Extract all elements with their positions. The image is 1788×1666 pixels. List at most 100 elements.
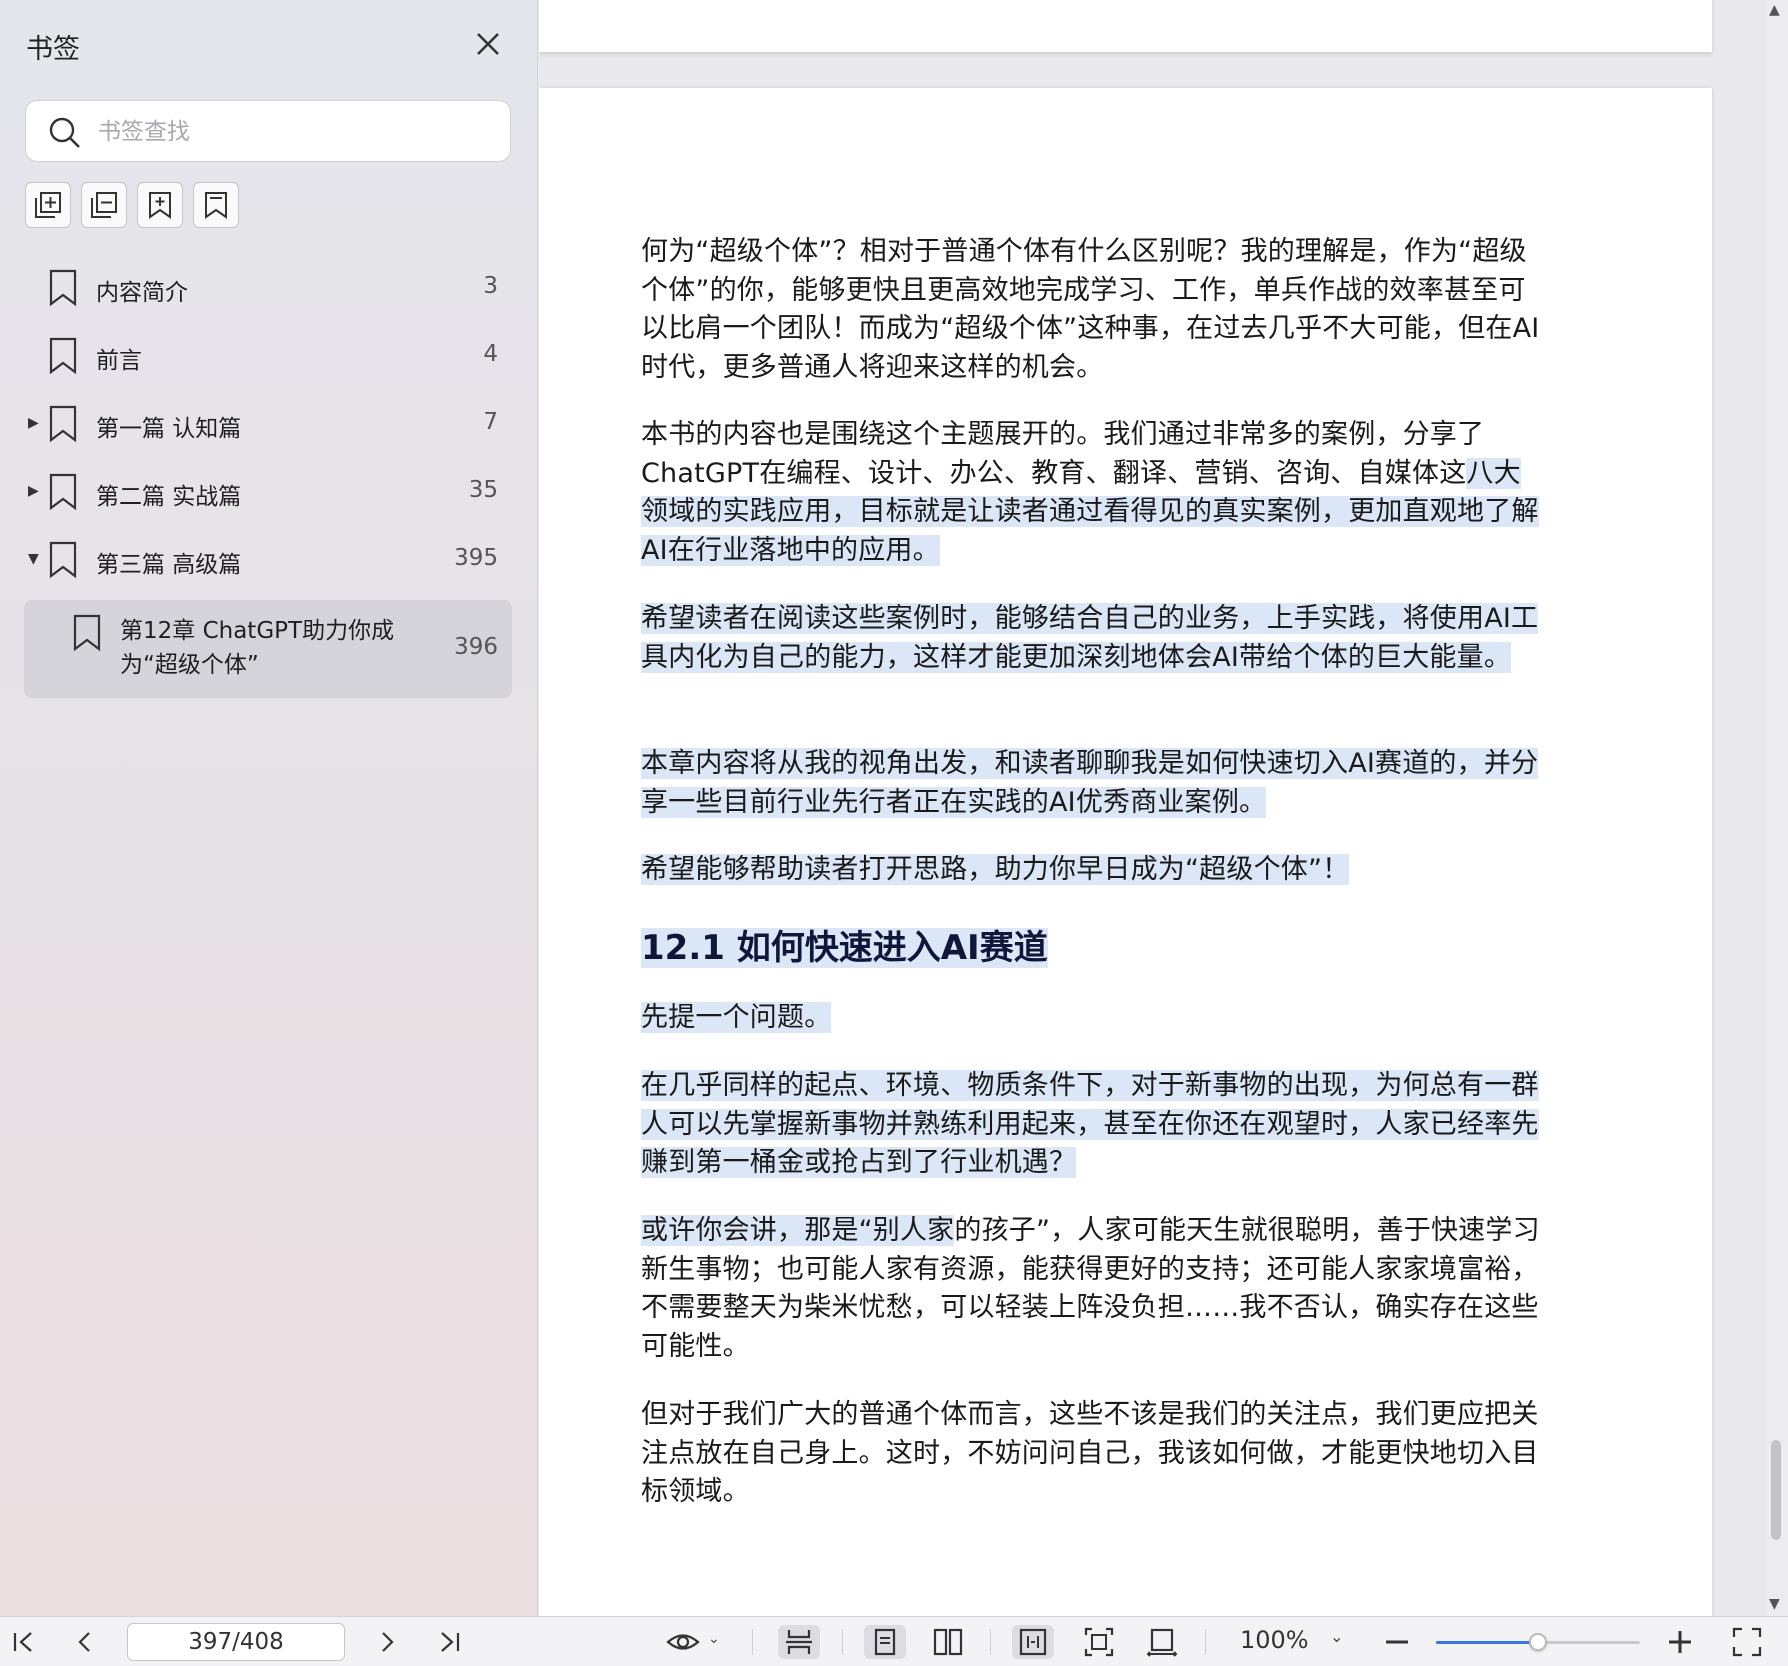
single-page-icon	[874, 1628, 896, 1656]
bookmark-item[interactable]: ▶ 第二篇 实战篇 35	[24, 463, 512, 525]
expand-arrow-icon[interactable]: ▶	[28, 483, 44, 499]
bookmark-page: 35	[468, 477, 498, 503]
plus-icon	[1669, 1631, 1691, 1653]
fit-width-icon	[1084, 1627, 1114, 1657]
vertical-scrollbar[interactable]: ▲ ▼	[1765, 0, 1788, 1616]
bookmark-page: 3	[483, 273, 498, 299]
bookmark-item-selected[interactable]: 第12章 ChatGPT助力你成为“超级个体” 396	[24, 600, 512, 698]
bookmark-item[interactable]: ▶ 第一篇 认知篇 7	[24, 395, 512, 457]
zoom-level[interactable]: 100%	[1240, 1626, 1309, 1654]
bookmark-panel: 书签 书签查找 内容简介 3 前言 4 ▶ 第一篇 认知篇 7 ▶ 第二篇 实战…	[0, 0, 538, 1616]
page-number-input[interactable]	[127, 1623, 345, 1661]
scroll-thumb[interactable]	[1771, 1440, 1781, 1540]
previous-page-button[interactable]	[68, 1625, 102, 1659]
continuous-scroll-button[interactable]	[778, 1625, 820, 1659]
fit-width-button[interactable]	[1082, 1625, 1116, 1659]
first-page-button[interactable]	[6, 1625, 40, 1659]
paragraph: 先提一个问题。	[641, 999, 1541, 1038]
chevron-down-icon: ⌄	[708, 1631, 720, 1647]
two-page-button[interactable]	[931, 1625, 965, 1659]
bookmark-icon	[49, 541, 77, 579]
bookmark-label: 内容简介	[96, 280, 188, 306]
paragraph: 希望读者在阅读这些案例时，能够结合自己的业务，上手实践，将使用AI工具内化为自己…	[641, 600, 1541, 677]
fit-page-button[interactable]	[1012, 1625, 1054, 1659]
divider	[1205, 1629, 1206, 1655]
divider	[990, 1629, 991, 1655]
close-icon[interactable]	[470, 26, 506, 62]
selected-text: 本章内容将从我的视角出发，和读者聊聊我是如何快速切入AI赛道的，并分享一些目前行…	[641, 748, 1539, 818]
chevron-right-icon	[382, 1632, 394, 1652]
bookmark-label: 第12章 ChatGPT助力你成为“超级个体”	[120, 618, 395, 678]
fullscreen-button[interactable]	[1730, 1625, 1764, 1659]
selected-text: 在几乎同样的起点、环境、物质条件下，对于新事物的出现，为何总有一群人可以先掌握新…	[641, 1070, 1539, 1178]
selected-text: 希望读者在阅读这些案例时，能够结合自己的业务，上手实践，将使用AI工具内化为自己…	[641, 603, 1539, 673]
divider	[842, 1629, 843, 1655]
chevron-left-icon	[78, 1632, 90, 1652]
current-page[interactable]: 何为“超级个体”？相对于普通个体有什么区别呢？我的理解是，作为“超级个体”的你，…	[539, 88, 1712, 1616]
bookmark-page: 396	[454, 634, 498, 660]
two-page-icon	[933, 1628, 963, 1656]
view-mode-dropdown[interactable]: ⌄	[666, 1625, 726, 1659]
bookmark-outline-icon	[205, 192, 227, 219]
zoom-in-button[interactable]	[1663, 1625, 1697, 1659]
chevron-down-icon[interactable]: ⌄	[1330, 1627, 1343, 1646]
last-page-icon	[441, 1632, 460, 1652]
bookmark-page: 7	[483, 409, 498, 435]
first-page-icon	[13, 1632, 32, 1652]
bottom-toolbar: ⌄ 100% ⌄	[0, 1616, 1788, 1666]
collapse-all-button[interactable]	[81, 182, 127, 228]
selected-text: 先提一个问题。	[641, 1002, 832, 1033]
zoom-slider-handle[interactable]	[1529, 1633, 1547, 1651]
next-page-button[interactable]	[370, 1625, 404, 1659]
bookmark-button[interactable]	[193, 182, 239, 228]
paragraph: 何为“超级个体”？相对于普通个体有什么区别呢？我的理解是，作为“超级个体”的你，…	[641, 236, 1540, 383]
zoom-slider[interactable]	[1436, 1633, 1640, 1651]
last-page-button[interactable]	[433, 1625, 467, 1659]
selected-text: 或许你会讲，那是“别人家	[641, 1215, 955, 1246]
expand-arrow-icon[interactable]: ▶	[28, 415, 44, 431]
expand-all-button[interactable]	[25, 182, 71, 228]
panel-title: 书签	[26, 34, 80, 65]
bookmark-icon	[73, 614, 101, 652]
collapse-arrow-icon[interactable]: ▼	[28, 551, 44, 567]
bookmark-label: 第一篇 认知篇	[96, 416, 242, 442]
zoom-slider-fill	[1436, 1641, 1538, 1644]
paragraph: 或许你会讲，那是“别人家的孩子”，人家可能天生就很聪明，善于快速学习新生事物；也…	[641, 1212, 1541, 1366]
bookmark-label: 第二篇 实战篇	[96, 484, 242, 510]
paragraph: 本书的内容也是围绕这个主题展开的。我们通过非常多的案例，分享了ChatGPT在编…	[641, 416, 1541, 570]
scroll-up-arrow-icon[interactable]: ▲	[1769, 2, 1780, 18]
paragraph: 本章内容将从我的视角出发，和读者聊聊我是如何快速切入AI赛道的，并分享一些目前行…	[641, 745, 1541, 822]
bookmark-icon	[49, 405, 77, 443]
section-heading: 12.1 如何快速进入AI赛道	[641, 920, 1048, 969]
bookmark-icon	[49, 473, 77, 511]
scroll-down-arrow-icon[interactable]: ▼	[1769, 1596, 1780, 1612]
bookmark-label: 前言	[96, 348, 142, 374]
selected-text: 希望能够帮助读者打开思路，助力你早日成为“超级个体”！	[641, 854, 1350, 885]
bookmark-icon	[49, 337, 77, 375]
bookmark-page: 4	[483, 341, 498, 367]
minus-icon	[1386, 1640, 1408, 1644]
bookmark-label: 第三篇 高级篇	[96, 552, 242, 578]
bookmark-item[interactable]: 前言 4	[24, 327, 512, 389]
expand-all-icon	[35, 192, 61, 218]
selected-text: 12.1 如何快速进入AI赛道	[641, 928, 1048, 968]
search-icon	[49, 117, 80, 148]
paragraph-text: 本书的内容也是围绕这个主题展开的。我们通过非常多的案例，分享了ChatGPT在编…	[641, 419, 1485, 489]
fullscreen-icon	[1732, 1627, 1762, 1657]
rotate-button[interactable]	[1145, 1625, 1179, 1659]
document-view[interactable]: 何为“超级个体”？相对于普通个体有什么区别呢？我的理解是，作为“超级个体”的你，…	[539, 0, 1765, 1616]
continuous-scroll-icon	[786, 1630, 812, 1654]
bookmark-icon	[49, 269, 77, 307]
bookmark-page: 395	[454, 545, 498, 571]
eye-icon	[666, 1634, 700, 1650]
bookmark-search-input[interactable]	[98, 111, 498, 153]
bookmark-search-box[interactable]	[25, 100, 511, 162]
previous-page	[539, 0, 1712, 52]
single-page-button[interactable]	[864, 1625, 906, 1659]
bookmark-item[interactable]: ▼ 第三篇 高级篇 395	[24, 531, 512, 593]
bookmark-item[interactable]: 内容简介 3	[24, 259, 512, 321]
paragraph: 但对于我们广大的普通个体而言，这些不该是我们的关注点，我们更应把关注点放在自己身…	[641, 1399, 1539, 1507]
add-bookmark-button[interactable]	[137, 182, 183, 228]
paragraph: 在几乎同样的起点、环境、物质条件下，对于新事物的出现，为何总有一群人可以先掌握新…	[641, 1067, 1541, 1183]
zoom-out-button[interactable]	[1380, 1625, 1414, 1659]
